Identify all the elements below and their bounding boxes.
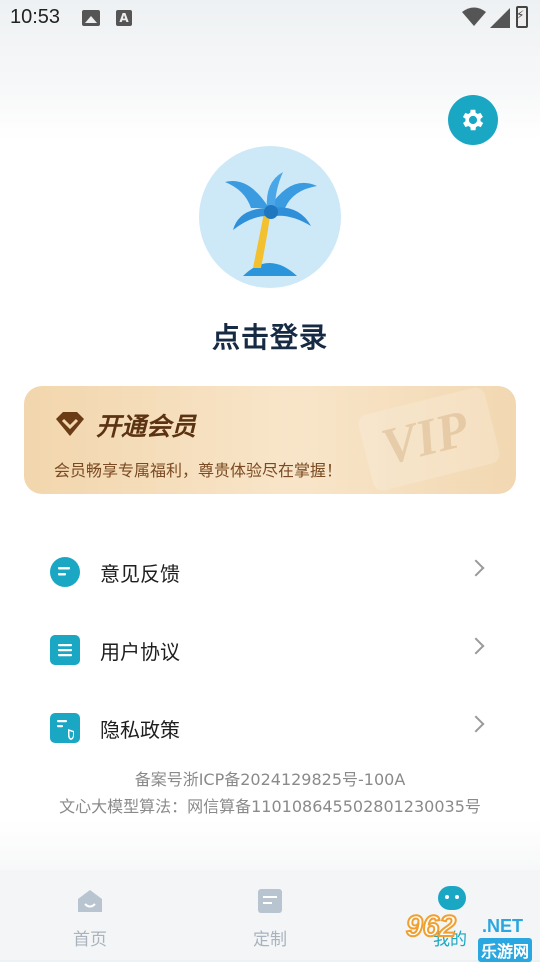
mine-icon	[438, 886, 466, 910]
vip-subtitle: 会员畅享专属福利，尊贵体验尽在掌握！	[54, 461, 343, 480]
vip-title: 开通会员	[96, 412, 197, 441]
watermark-net: .NET	[482, 916, 524, 936]
tab-customize[interactable]: 定制	[180, 870, 360, 960]
chevron-right-icon	[467, 637, 485, 655]
menu-item-feedback[interactable]: 意见反馈	[0, 542, 540, 602]
gallery-icon	[82, 10, 100, 26]
wifi-icon	[462, 7, 486, 26]
status-bar: 10:53 A	[0, 0, 540, 36]
site-watermark: 962 .NET 乐游网	[402, 909, 538, 962]
vip-membership-card[interactable]: VIP 开通会员 会员畅享专属福利，尊贵体验尽在掌握！	[24, 386, 516, 494]
signal-icon	[490, 8, 510, 28]
status-time: 10:53	[10, 6, 61, 28]
chevron-right-icon	[467, 715, 485, 733]
watermark-site-name: 乐游网	[478, 938, 533, 962]
login-prompt[interactable]: 点击登录	[0, 316, 540, 356]
feedback-icon	[50, 557, 80, 587]
tab-customize-label: 定制	[253, 930, 287, 950]
a-notification-icon: A	[116, 10, 132, 26]
palm-tree-icon	[225, 172, 317, 276]
watermark-number: 962	[405, 909, 457, 944]
menu-label-user-agreement: 用户协议	[100, 640, 180, 664]
menu-item-privacy-policy[interactable]: 隐私政策	[0, 698, 540, 758]
customize-icon	[258, 889, 282, 913]
home-icon	[78, 890, 102, 912]
tab-home[interactable]: 首页	[0, 870, 180, 960]
algorithm-record-text: 文心大模型算法：网信算备110108645502801230035号	[59, 797, 481, 816]
icp-record-text: 备案号浙ICP备2024129825号-100A	[134, 770, 406, 789]
privacy-icon	[50, 713, 80, 743]
menu-label-privacy-policy: 隐私政策	[100, 718, 180, 742]
gear-icon	[462, 109, 484, 131]
menu-item-user-agreement[interactable]: 用户协议	[0, 620, 540, 680]
tab-home-label: 首页	[73, 930, 107, 950]
avatar[interactable]	[199, 146, 341, 288]
vip-card-watermark: VIP	[356, 386, 502, 493]
battery-icon	[516, 6, 528, 28]
diamond-icon	[56, 412, 84, 436]
chevron-right-icon	[467, 559, 485, 577]
menu-label-feedback: 意见反馈	[100, 562, 180, 586]
agreement-icon	[50, 635, 80, 665]
vip-watermark-text: VIP	[376, 400, 475, 477]
settings-button[interactable]	[448, 95, 498, 145]
